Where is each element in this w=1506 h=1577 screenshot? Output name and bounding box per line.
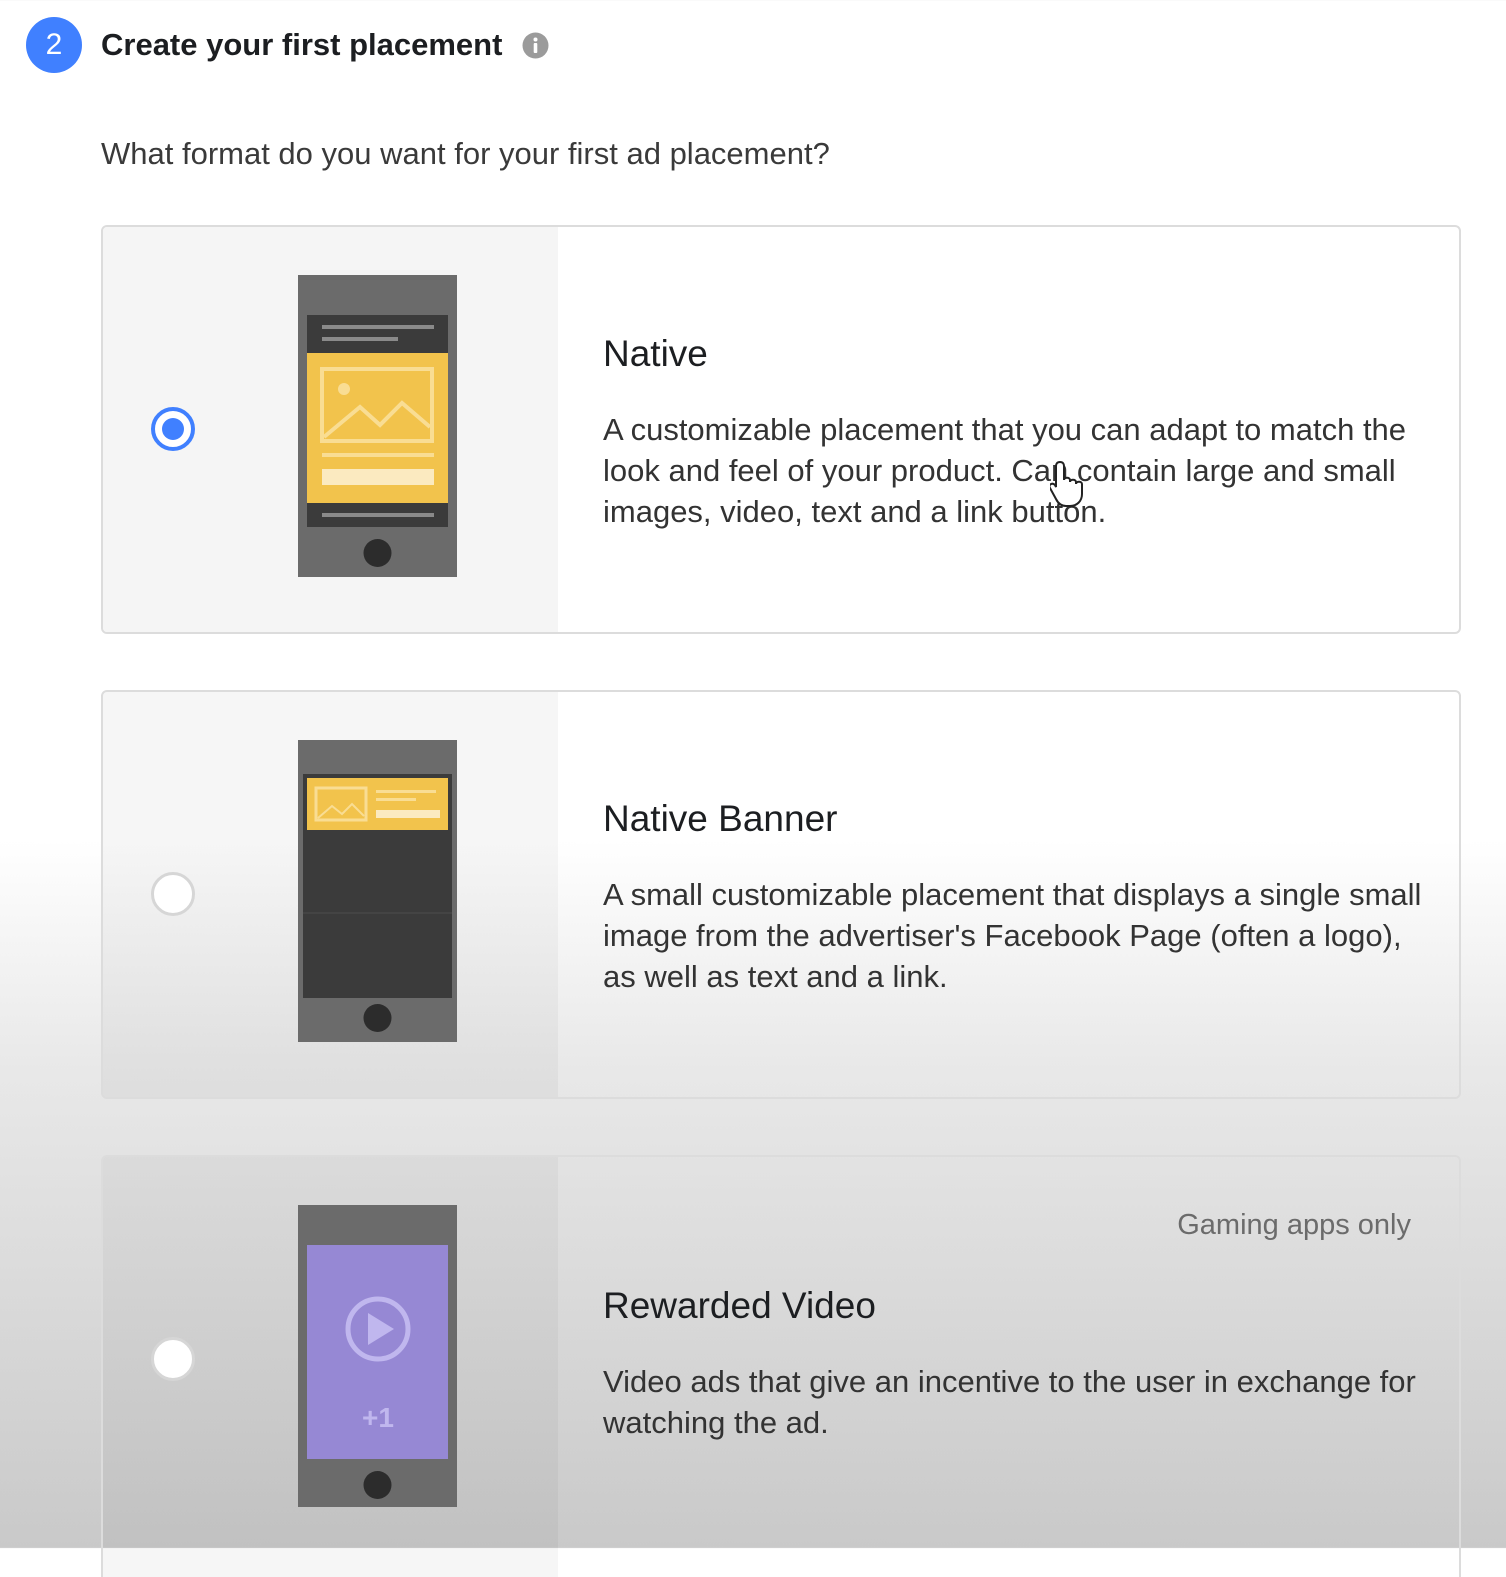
format-question: What format do you want for your first a…	[101, 136, 830, 171]
option-card-native[interactable]: Native A customizable placement that you…	[101, 225, 1461, 634]
radio-native[interactable]	[151, 407, 195, 451]
native-banner-phone-illustration	[298, 740, 457, 1042]
radio-native-banner[interactable]	[151, 872, 195, 916]
native-phone-illustration	[298, 275, 457, 577]
option-title: Native	[603, 333, 708, 374]
step-number-badge: 2	[26, 17, 82, 73]
radio-rewarded-video[interactable]	[151, 1337, 195, 1381]
option-title: Rewarded Video	[603, 1285, 876, 1326]
gaming-only-note: Gaming apps only	[1177, 1209, 1411, 1241]
option-card-native-banner[interactable]: Native Banner A small customizable place…	[101, 690, 1461, 1099]
reward-label: +1	[362, 1402, 394, 1433]
option-description: A customizable placement that you can ad…	[603, 412, 1407, 529]
step-title: Create your first placement	[101, 27, 503, 62]
option-description: Video ads that give an incentive to the …	[603, 1364, 1416, 1440]
step-header: 2 Create your first placement	[26, 17, 549, 73]
option-title: Native Banner	[603, 798, 838, 839]
option-card-rewarded-video[interactable]: +1 Gaming apps only Rewarded Video Video…	[101, 1155, 1461, 1577]
option-description: A small customizable placement that disp…	[603, 877, 1422, 994]
info-icon[interactable]	[522, 32, 549, 59]
hand-pointer-cursor-icon	[1050, 460, 1083, 507]
rewarded-video-phone-illustration: +1	[298, 1205, 457, 1507]
